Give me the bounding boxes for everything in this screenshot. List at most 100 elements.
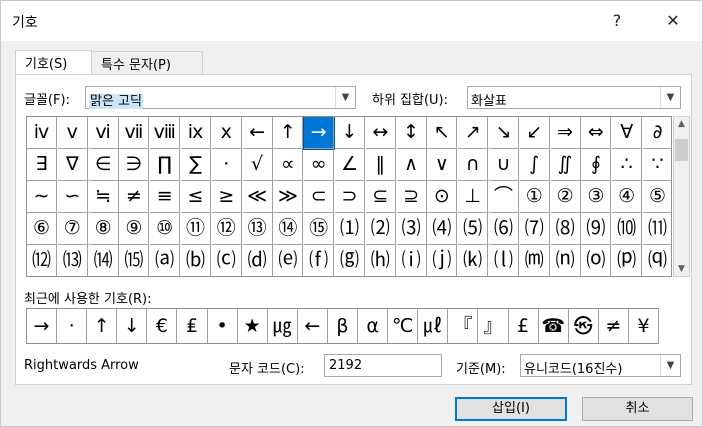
symbol-cell[interactable]: ⒤ bbox=[397, 245, 427, 276]
symbol-cell[interactable]: ⒢ bbox=[335, 245, 365, 276]
symbol-cell[interactable]: ⇒ bbox=[550, 117, 581, 149]
symbol-cell[interactable]: ⒪ bbox=[581, 245, 612, 276]
symbol-cell[interactable]: ④ bbox=[612, 181, 643, 213]
symbol-cell[interactable]: ∀ bbox=[612, 117, 643, 149]
recent-symbol-cell[interactable]: β bbox=[328, 309, 358, 343]
symbol-cell[interactable]: ⊃ bbox=[335, 181, 365, 213]
symbol-cell[interactable]: ⅷ bbox=[150, 117, 181, 149]
recent-symbol-cell[interactable]: α bbox=[358, 309, 389, 343]
symbol-cell[interactable]: ∧ bbox=[396, 149, 427, 181]
recent-symbol-cell[interactable]: ↑ bbox=[87, 309, 118, 343]
symbol-cell[interactable]: ⊙ bbox=[427, 181, 458, 213]
symbol-cell[interactable]: ⑾ bbox=[643, 213, 671, 245]
recent-symbol-cell[interactable]: € bbox=[147, 309, 178, 343]
symbol-cell[interactable]: ∴ bbox=[612, 149, 643, 181]
symbol-cell[interactable]: ⅸ bbox=[181, 117, 211, 149]
recent-symbol-cell[interactable]: ㉿ bbox=[569, 309, 599, 343]
symbol-cell[interactable]: ⑹ bbox=[489, 213, 519, 245]
symbol-cell[interactable]: ⒧ bbox=[489, 245, 519, 276]
symbol-cell[interactable]: ⑨ bbox=[119, 213, 150, 245]
scroll-up-icon[interactable]: ▲ bbox=[674, 119, 689, 129]
recent-symbol-cell[interactable]: 』 bbox=[479, 309, 509, 343]
symbol-cell[interactable]: ⒝ bbox=[181, 245, 211, 276]
symbol-cell[interactable]: ⑵ bbox=[365, 213, 396, 245]
scroll-thumb[interactable] bbox=[675, 139, 688, 161]
symbol-cell[interactable]: ≠ bbox=[119, 181, 150, 213]
cancel-button[interactable]: 취소 bbox=[582, 397, 693, 421]
symbol-cell[interactable]: ∝ bbox=[273, 149, 304, 181]
symbol-cell[interactable]: ⊥ bbox=[458, 181, 489, 213]
symbol-cell[interactable]: ⒬ bbox=[643, 245, 671, 276]
symbol-cell[interactable]: ≒ bbox=[88, 181, 119, 213]
symbol-cell[interactable]: ⒣ bbox=[366, 245, 396, 276]
symbol-cell[interactable]: ⑬ bbox=[242, 213, 273, 245]
recent-symbol-cell[interactable]: 『 bbox=[448, 309, 479, 343]
symbol-cell[interactable]: · bbox=[211, 149, 242, 181]
symbol-cell[interactable]: ⑪ bbox=[181, 213, 211, 245]
symbol-cell[interactable]: ⅴ bbox=[57, 117, 88, 149]
symbol-cell[interactable]: ‖ bbox=[365, 149, 396, 181]
symbol-cell[interactable]: ⑤ bbox=[643, 181, 671, 213]
recent-symbol-cell[interactable]: • bbox=[208, 309, 238, 343]
recent-symbol-cell[interactable]: ₤ bbox=[178, 309, 208, 343]
recent-symbol-cell[interactable]: ← bbox=[298, 309, 328, 343]
chevron-down-icon[interactable]: ▼ bbox=[660, 355, 680, 376]
symbol-cell[interactable]: ↘ bbox=[489, 117, 519, 149]
symbol-cell[interactable]: ∋ bbox=[119, 149, 150, 181]
help-button[interactable]: ? bbox=[605, 11, 629, 30]
character-code-input[interactable]: 2192 bbox=[324, 354, 442, 377]
recent-symbol-cell[interactable]: ℃ bbox=[388, 309, 419, 343]
symbol-cell[interactable]: ⒀ bbox=[58, 245, 88, 276]
symbol-cell[interactable]: ⅹ bbox=[211, 117, 242, 149]
scroll-down-icon[interactable]: ▼ bbox=[674, 264, 689, 274]
symbol-cell[interactable]: ⑫ bbox=[211, 213, 242, 245]
symbol-cell[interactable]: ∫ bbox=[519, 149, 550, 181]
symbol-cell[interactable]: ≤ bbox=[181, 181, 211, 213]
symbol-cell[interactable]: ≫ bbox=[273, 181, 304, 213]
symbol-cell[interactable]: ⒦ bbox=[458, 245, 489, 276]
symbol-cell[interactable]: ⒫ bbox=[612, 245, 643, 276]
recent-symbol-cell[interactable]: → bbox=[27, 309, 57, 343]
symbol-cell[interactable]: ∩ bbox=[458, 149, 489, 181]
symbol-cell[interactable]: ← bbox=[242, 117, 273, 149]
symbol-cell[interactable]: ∏ bbox=[150, 149, 181, 181]
symbol-cell[interactable]: ⅶ bbox=[119, 117, 150, 149]
symbol-grid-scrollbar[interactable]: ▲ ▼ bbox=[673, 116, 690, 277]
symbol-cell[interactable]: ⌒ bbox=[489, 181, 519, 213]
symbol-cell[interactable]: ∂ bbox=[643, 117, 671, 149]
symbol-cell[interactable]: ↑ bbox=[273, 117, 304, 149]
symbol-cell[interactable]: ∃ bbox=[27, 149, 57, 181]
symbol-cell[interactable]: ≥ bbox=[211, 181, 242, 213]
font-select[interactable]: 맑은 고딕 ▼ bbox=[85, 86, 356, 109]
symbol-cell[interactable]: ⊂ bbox=[304, 181, 335, 213]
recent-symbol-cell[interactable]: · bbox=[57, 309, 88, 343]
tab-symbols[interactable]: 기호(S) bbox=[15, 50, 92, 75]
symbol-cell[interactable]: ① bbox=[519, 181, 550, 213]
symbol-cell[interactable]: ∽ bbox=[57, 181, 88, 213]
symbol-cell[interactable]: ∪ bbox=[489, 149, 519, 181]
symbol-cell[interactable]: ⑼ bbox=[581, 213, 612, 245]
tab-special-characters[interactable]: 특수 문자(P) bbox=[91, 51, 203, 75]
symbol-cell[interactable]: ⑸ bbox=[458, 213, 489, 245]
recent-symbol-cell[interactable]: ☎ bbox=[539, 309, 569, 343]
symbol-cell[interactable]: ③ bbox=[581, 181, 612, 213]
symbol-cell[interactable]: ↖ bbox=[427, 117, 458, 149]
insert-button[interactable]: 삽입(I) bbox=[455, 397, 567, 421]
symbol-cell[interactable]: ⒥ bbox=[427, 245, 458, 276]
chevron-down-icon[interactable]: ▼ bbox=[335, 87, 355, 108]
symbol-cell[interactable]: ↔ bbox=[365, 117, 396, 149]
symbol-cell[interactable]: ⑭ bbox=[273, 213, 304, 245]
symbol-cell[interactable]: ∠ bbox=[335, 149, 365, 181]
recent-symbol-cell[interactable]: ¥ bbox=[629, 309, 659, 343]
chevron-down-icon[interactable]: ▼ bbox=[660, 87, 680, 108]
subset-select[interactable]: 화살표 ▼ bbox=[467, 86, 681, 109]
symbol-cell[interactable]: ⒡ bbox=[304, 245, 335, 276]
symbol-cell[interactable]: ⒞ bbox=[212, 245, 242, 276]
symbol-cell[interactable]: ≡ bbox=[150, 181, 181, 213]
recent-symbol-cell[interactable]: ㎍ bbox=[268, 309, 298, 343]
symbol-cell[interactable]: √ bbox=[242, 149, 273, 181]
symbol-cell[interactable]: ∞ bbox=[304, 149, 335, 181]
symbol-cell[interactable]: ∼ bbox=[27, 181, 57, 213]
symbol-cell[interactable]: ⒁ bbox=[89, 245, 119, 276]
symbol-cell[interactable]: ⒜ bbox=[150, 245, 181, 276]
